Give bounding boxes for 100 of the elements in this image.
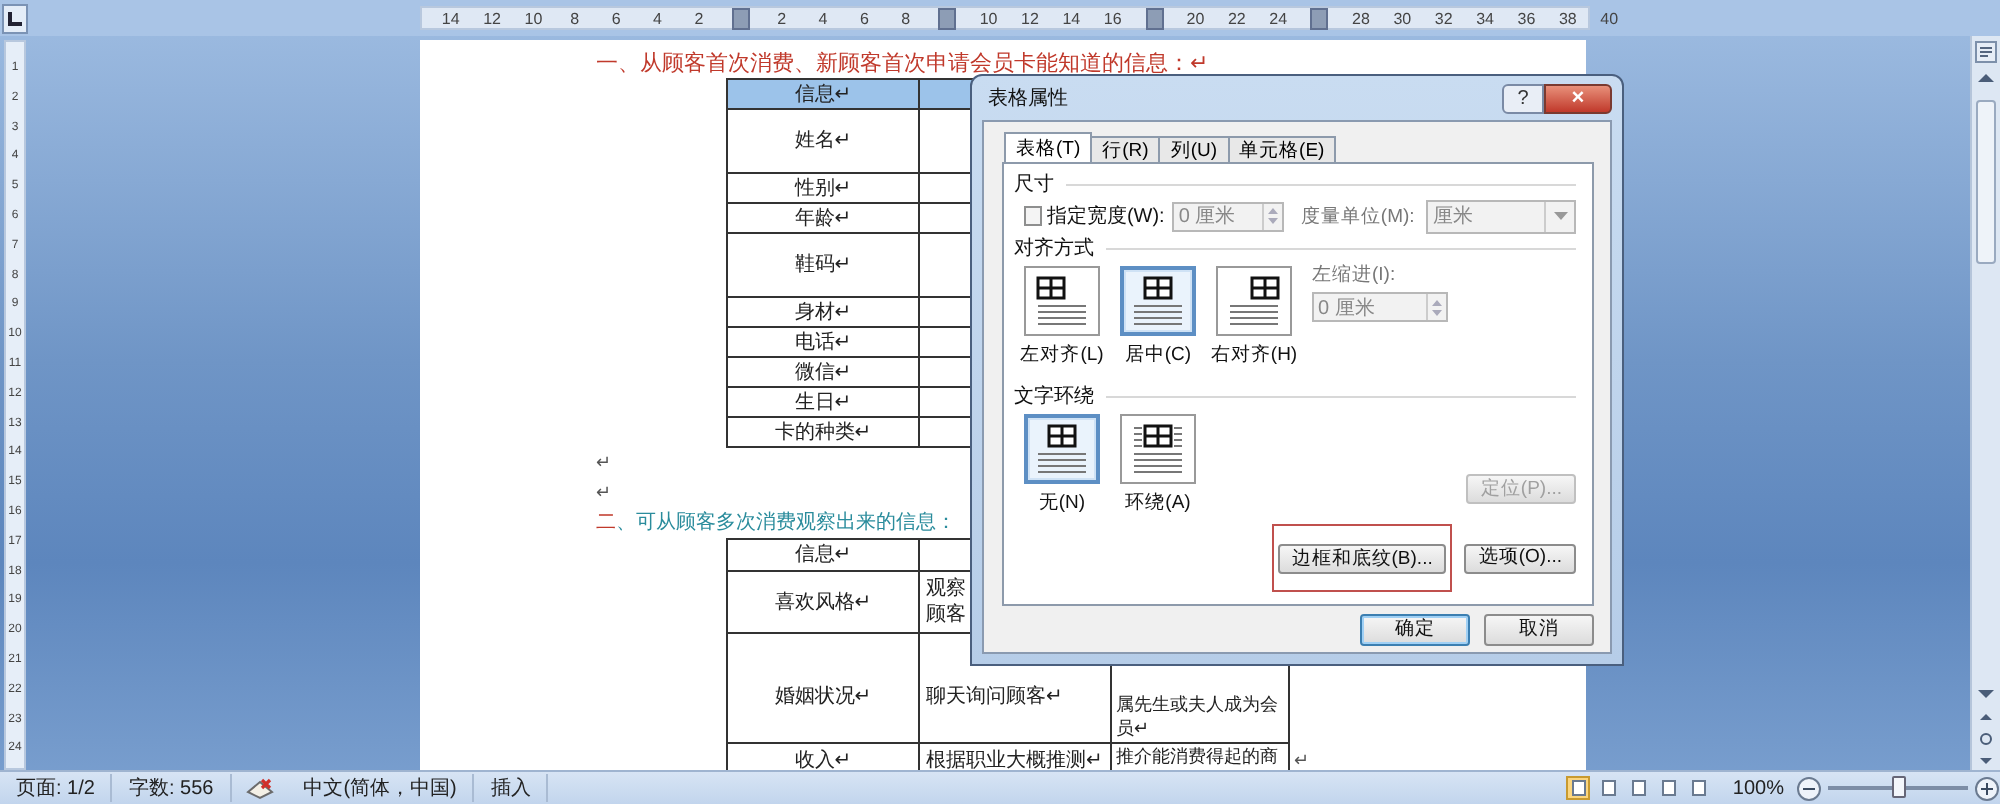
zoom-percentage[interactable]: 100% (1732, 777, 1784, 799)
ruler-number: 12 (1019, 9, 1041, 27)
table-cell: 姓名↵ (727, 109, 919, 173)
option-label: 左对齐(L) (1020, 342, 1104, 368)
ruler-number: 34 (1474, 9, 1496, 27)
tab-selector-icon[interactable] (2, 3, 28, 33)
ok-button[interactable]: 确定 (1360, 614, 1470, 646)
ruler-number: 12 (481, 9, 503, 27)
dialog-tab[interactable]: 行(R) (1090, 136, 1161, 162)
ruler-number: 24 (1267, 9, 1290, 27)
table-lines-icon (1228, 275, 1280, 327)
section-heading: 二、可从顾客多次消费观察出来的信息： (596, 510, 956, 538)
ruler-number: 4 (816, 9, 830, 27)
ruler-number: 10 (977, 9, 1000, 27)
ruler-number: 22 (1225, 9, 1248, 27)
options-button[interactable]: 选项(O)... (1464, 543, 1576, 573)
zoom-out-icon[interactable] (1796, 775, 1822, 801)
table-cell: 卡的种类↵ (727, 417, 919, 447)
alignment-option[interactable] (1216, 266, 1292, 336)
language-status[interactable]: 中文(简体，中国) (287, 774, 475, 802)
ruler-marker[interactable] (938, 7, 957, 29)
ruler-toggle-icon[interactable] (1974, 40, 1998, 64)
field-label: 左缩进(I): (1312, 262, 1398, 288)
field-label: 度量单位(M): (1300, 203, 1415, 229)
browse-object-icon[interactable] (1974, 730, 1998, 748)
view-button[interactable] (1566, 776, 1591, 800)
alignment-option[interactable] (1120, 266, 1196, 336)
vertical-scrollbar[interactable] (1970, 36, 2000, 770)
table-cell: 根据职业大概推测↵ (926, 748, 1103, 770)
scroll-down-icon[interactable] (1974, 684, 1998, 704)
ruler-number: 6 (857, 9, 871, 27)
table-cell: 观察 顾客 (926, 576, 966, 628)
dropdown-arrow-icon[interactable] (1551, 210, 1569, 222)
dialog-tab[interactable]: 单元格(E) (1227, 136, 1337, 162)
table-cell: 微信↵ (727, 357, 919, 387)
ruler-marker[interactable] (1145, 7, 1164, 29)
ruler-number: 14 (439, 9, 462, 27)
table-cell: 生日↵ (727, 387, 919, 417)
ruler-number: 16 (1101, 9, 1124, 27)
option-label: 居中(C) (1124, 342, 1192, 368)
ruler-marker[interactable] (731, 7, 750, 29)
table-cell: 聊天询问顾客↵ (926, 683, 1063, 709)
option-label: 无(N) (1038, 490, 1086, 516)
alignment-option[interactable] (1024, 266, 1100, 336)
ruler-number: 20 (1184, 9, 1207, 27)
scroll-up-icon[interactable] (1974, 68, 1998, 88)
ruler-number: 30 (1391, 9, 1414, 27)
zoom-in-icon[interactable] (1974, 775, 2000, 801)
view-button[interactable] (1656, 776, 1681, 800)
borders-shading-button[interactable]: 边框和底纹(B)... (1277, 544, 1447, 574)
scroll-thumb[interactable] (1976, 100, 1996, 264)
dialog-title: 表格属性 (988, 85, 1070, 112)
row-end-mark: ↵ (1294, 747, 1310, 770)
ruler-number: 4 (651, 9, 664, 27)
ruler-number: 32 (1432, 9, 1455, 27)
wrapping-option[interactable] (1120, 414, 1196, 484)
section-label: 文字环绕 (1014, 383, 1094, 410)
section-label: 尺寸 (1014, 171, 1054, 198)
table-lines-icon (1132, 423, 1184, 475)
table-cell: 婚姻状况↵ (774, 683, 872, 709)
option-label: 右对齐(H) (1210, 342, 1298, 368)
ruler-number: 28 (1350, 9, 1372, 27)
table-lines-icon (1132, 275, 1184, 327)
ruler-number: 38 (1556, 9, 1579, 27)
paragraph-mark: ↵ (596, 482, 612, 502)
paragraph-mark: ↵ (596, 452, 612, 472)
insert-mode[interactable]: 插入 (474, 774, 549, 802)
section-label: 对齐方式 (1014, 235, 1094, 262)
proofing-book-icon[interactable] (243, 774, 276, 802)
word-count[interactable]: 字数: 556 (112, 774, 232, 802)
table-cell: 年龄↵ (727, 203, 919, 233)
dialog-tab[interactable]: 表格(T) (1004, 132, 1093, 162)
table-cell: 收入↵ (794, 748, 852, 770)
checkbox-label[interactable]: 指定宽度(W): (1046, 202, 1165, 230)
ruler-number: 10 (522, 9, 545, 27)
ruler-number: 36 (1515, 9, 1538, 27)
table-cell: 信息↵ (794, 542, 852, 568)
zoom-slider-thumb[interactable] (1892, 776, 1906, 798)
ruler-number: 40 (1598, 9, 1621, 27)
dialog-tab[interactable]: 列(U) (1158, 136, 1230, 162)
table-lines-icon (1036, 275, 1088, 327)
view-button[interactable] (1686, 776, 1711, 800)
page-count[interactable]: 页面: 1/2 (0, 774, 113, 802)
ruler-number: 2 (775, 9, 789, 27)
table-cell: 喜欢风格↵ (774, 589, 872, 615)
ruler-marker[interactable] (1310, 7, 1329, 29)
table-cell: 属先生或夫人成为会 员↵ (1116, 692, 1278, 740)
cancel-button[interactable]: 取消 (1484, 614, 1594, 646)
ruler-number: 2 (692, 9, 706, 27)
ruler-number: 6 (609, 9, 623, 27)
option-label: 环绕(A) (1125, 490, 1191, 516)
view-button[interactable] (1626, 776, 1651, 800)
view-button[interactable] (1596, 776, 1621, 800)
table-cell: 身材↵ (727, 297, 919, 327)
checkbox[interactable] (1024, 206, 1043, 226)
help-button[interactable]: ? (1502, 83, 1544, 113)
table-cell: 推介能消费得起的商 (1116, 744, 1278, 770)
wrapping-option[interactable] (1024, 414, 1100, 484)
table-lines-icon (1036, 423, 1088, 475)
ruler-number: 8 (568, 9, 582, 27)
